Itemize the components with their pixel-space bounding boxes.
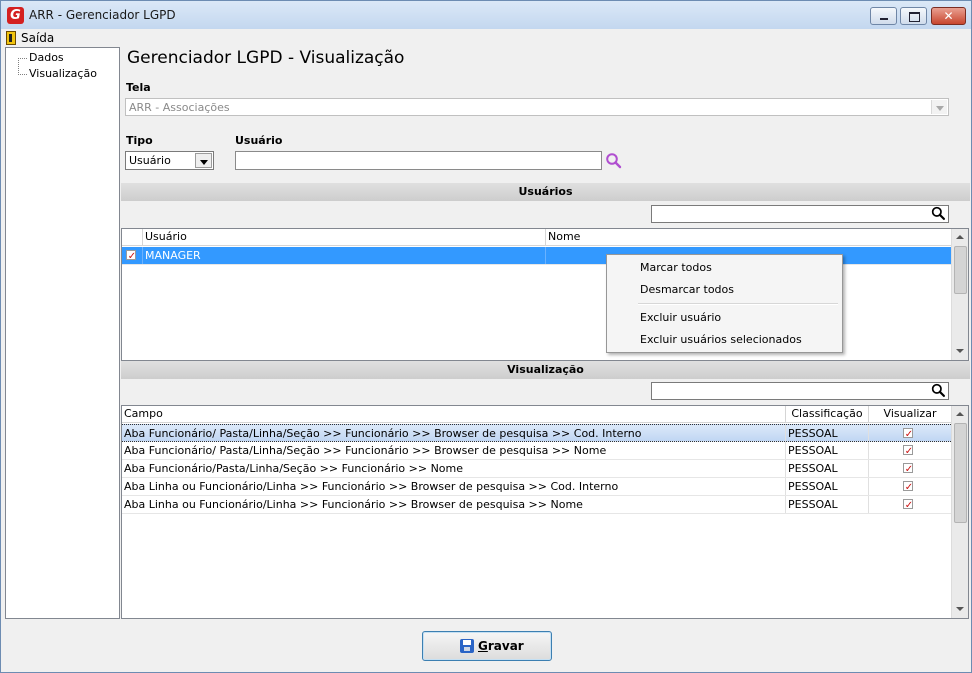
view-grid-scrollbar[interactable]	[951, 406, 968, 618]
context-menu-item-delete-user[interactable]: Excluir usuário	[640, 311, 721, 324]
context-menu: Marcar todos Desmarcar todos Excluir usu…	[606, 254, 843, 353]
checkbox-checked-icon[interactable]	[903, 443, 914, 459]
context-menu-item-deselect-all[interactable]: Desmarcar todos	[640, 283, 734, 296]
scroll-thumb[interactable]	[954, 423, 967, 523]
table-row[interactable]: Aba Funcionário/Pasta/Linha/Seção >> Fun…	[122, 460, 951, 478]
title-bar[interactable]: G ARR - Gerenciador LGPD	[1, 1, 971, 29]
users-filter-search-icon[interactable]	[931, 206, 946, 221]
table-row[interactable]: Aba Funcionário/ Pasta/Linha/Seção >> Fu…	[122, 424, 951, 442]
tipo-label: Tipo	[126, 134, 153, 147]
cell-visualizar[interactable]	[869, 478, 951, 495]
view-filter-input[interactable]	[651, 382, 949, 400]
minimize-button[interactable]	[870, 7, 897, 25]
usuario-label: Usuário	[235, 134, 283, 147]
sidebar-tree: Dados Visualização	[5, 47, 120, 619]
exit-door-icon	[6, 30, 16, 45]
cell-classificacao: PESSOAL	[786, 478, 869, 495]
tree-connector	[18, 58, 19, 75]
view-grid-header-campo[interactable]: Campo	[122, 406, 786, 423]
menu-item-exit[interactable]: Saída	[6, 30, 54, 45]
maximize-button[interactable]	[900, 7, 927, 25]
table-row[interactable]: Aba Linha ou Funcionário/Linha >> Funcio…	[122, 496, 951, 514]
view-filter-search-icon[interactable]	[931, 383, 946, 398]
cell-usuario: MANAGER	[143, 247, 546, 264]
context-menu-item-select-all[interactable]: Marcar todos	[640, 261, 712, 274]
tela-label: Tela	[126, 81, 151, 94]
users-section-header: Usuários	[121, 183, 970, 201]
view-grid-header-classificacao[interactable]: Classificação	[786, 406, 869, 423]
scroll-down-icon[interactable]	[952, 343, 968, 360]
scroll-down-icon[interactable]	[952, 601, 968, 618]
scroll-up-icon[interactable]	[952, 229, 968, 246]
checkbox-checked-icon[interactable]	[903, 479, 914, 495]
checkbox-checked-icon[interactable]	[903, 461, 914, 477]
cell-classificacao: PESSOAL	[786, 425, 869, 441]
context-menu-separator	[638, 303, 838, 305]
checkbox-checked-icon[interactable]	[903, 426, 914, 441]
close-button[interactable]	[931, 7, 966, 25]
save-mnemonic: G	[478, 639, 488, 653]
cell-visualizar[interactable]	[869, 442, 951, 459]
app-logo-icon: G	[7, 7, 24, 24]
chevron-down-icon	[931, 100, 947, 114]
save-button[interactable]: Gravar	[422, 631, 552, 661]
page-title: Gerenciador LGPD - Visualização	[127, 48, 405, 68]
menu-exit-label: Saída	[21, 30, 55, 45]
cell-visualizar[interactable]	[869, 460, 951, 477]
checkbox-checked-icon[interactable]	[903, 497, 914, 513]
search-icon[interactable]	[605, 152, 623, 170]
scroll-thumb[interactable]	[954, 246, 967, 294]
users-grid-check-header	[122, 229, 143, 246]
users-filter-input[interactable]	[651, 205, 949, 223]
cell-visualizar[interactable]	[869, 496, 951, 513]
scroll-up-icon[interactable]	[952, 406, 968, 423]
sidebar-item-visualizacao[interactable]: Visualização	[29, 67, 97, 80]
window-title: ARR - Gerenciador LGPD	[29, 8, 176, 22]
floppy-disk-icon	[460, 639, 474, 653]
cell-classificacao: PESSOAL	[786, 442, 869, 459]
row-checkbox-cell[interactable]	[122, 247, 143, 264]
tree-connector	[18, 74, 27, 75]
cell-campo: Aba Linha ou Funcionário/Linha >> Funcio…	[122, 478, 786, 495]
save-label-rest: ravar	[487, 639, 524, 653]
save-button-label: Gravar	[478, 639, 524, 653]
usuario-input[interactable]	[235, 151, 602, 170]
context-menu-item-delete-selected-users[interactable]: Excluir usuários selecionados	[640, 333, 802, 346]
app-window: G ARR - Gerenciador LGPD Saída Dados Vis…	[0, 0, 972, 673]
tipo-select-value: Usuário	[129, 154, 171, 167]
tree-connector	[18, 58, 27, 59]
tipo-select[interactable]: Usuário	[125, 151, 214, 170]
cell-campo: Aba Funcionário/ Pasta/Linha/Seção >> Fu…	[122, 425, 786, 441]
view-section-header: Visualização	[121, 361, 970, 379]
tela-select: ARR - Associações	[125, 98, 949, 116]
tela-select-value: ARR - Associações	[129, 101, 230, 114]
cell-campo: Aba Funcionário/Pasta/Linha/Seção >> Fun…	[122, 460, 786, 477]
cell-visualizar[interactable]	[869, 425, 951, 441]
checkbox-checked-icon[interactable]	[126, 248, 137, 264]
menu-bar: Saída	[1, 29, 971, 46]
view-grid-header-visualizar[interactable]: Visualizar	[869, 406, 952, 423]
cell-classificacao: PESSOAL	[786, 496, 869, 513]
cell-campo: Aba Funcionário/ Pasta/Linha/Seção >> Fu…	[122, 442, 786, 459]
table-row[interactable]: Aba Linha ou Funcionário/Linha >> Funcio…	[122, 478, 951, 496]
sidebar-item-dados[interactable]: Dados	[29, 51, 64, 64]
cell-classificacao: PESSOAL	[786, 460, 869, 477]
users-grid-header-usuario[interactable]: Usuário	[143, 229, 546, 246]
users-grid-header-nome[interactable]: Nome	[546, 229, 952, 246]
table-row[interactable]: Aba Funcionário/ Pasta/Linha/Seção >> Fu…	[122, 442, 951, 460]
chevron-down-icon[interactable]	[195, 153, 212, 168]
users-grid-scrollbar[interactable]	[951, 229, 968, 360]
view-grid: Campo Classificação Visualizar Aba Funci…	[121, 405, 969, 619]
cell-campo: Aba Linha ou Funcionário/Linha >> Funcio…	[122, 496, 786, 513]
